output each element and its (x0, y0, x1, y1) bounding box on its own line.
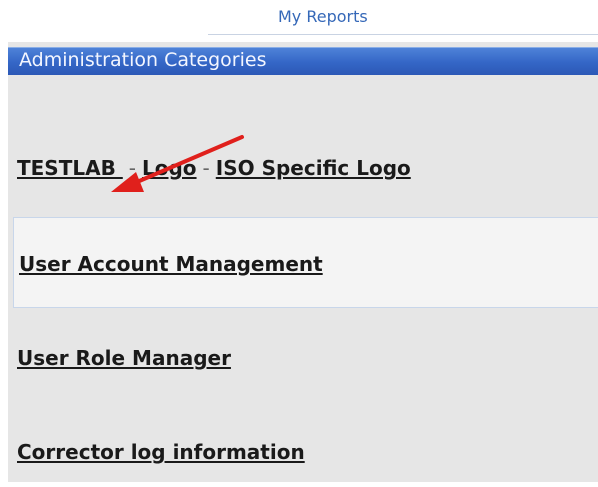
user-account-management-link[interactable]: User Account Management (19, 252, 323, 276)
panel-title: Administration Categories (19, 49, 267, 71)
testlab-link[interactable]: TESTLAB (17, 156, 123, 180)
red-arrow-icon (111, 135, 244, 192)
tab-my-reports[interactable]: My Reports (278, 7, 368, 26)
user-role-manager-link[interactable]: User Role Manager (17, 346, 231, 370)
user-account-management-box: User Account Management (13, 217, 598, 308)
tab-divider (208, 34, 598, 35)
top-tab-bar: My Reports (0, 0, 598, 36)
corrector-log-link[interactable]: Corrector log information (17, 440, 305, 464)
admin-categories-panel: Administration Categories TESTLAB -Logo-… (8, 42, 598, 482)
panel-header: Administration Categories (8, 47, 598, 75)
